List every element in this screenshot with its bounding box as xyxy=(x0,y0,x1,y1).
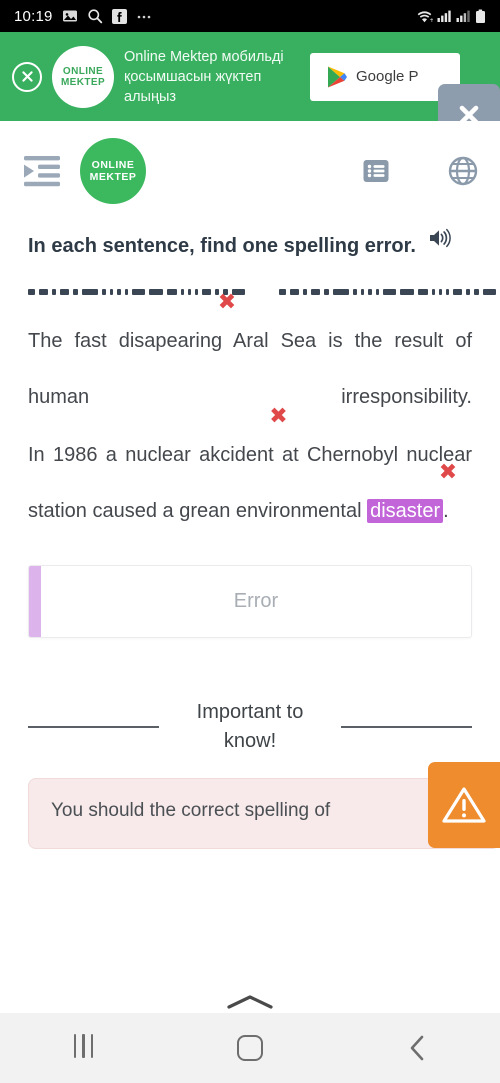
promo-logo-line2: MEKTEP xyxy=(60,76,106,88)
promo-logo-line1: ONLINE xyxy=(62,65,104,77)
promo-app-logo: ONLINE MEKTEP xyxy=(52,45,114,108)
more-icon xyxy=(136,9,154,23)
status-bar-clock: 10:19 xyxy=(14,7,53,25)
speaker-icon[interactable] xyxy=(428,227,452,254)
signal-icon-2 xyxy=(456,9,471,23)
question-title-row: In each sentence, find one spelling erro… xyxy=(28,221,472,262)
google-play-label: Google P xyxy=(356,68,419,85)
error-x-icon: ✖ xyxy=(269,404,288,429)
search-icon xyxy=(87,8,103,24)
phone-screen: 10:19 + ONLINE MEKTEP Online Mektep моби… xyxy=(0,0,500,1083)
sentence-1-before: The fast xyxy=(28,330,119,352)
recents-button[interactable] xyxy=(38,1013,128,1083)
promo-banner: ONLINE MEKTEP Online Mektep мобильді қос… xyxy=(0,32,500,121)
answer-box[interactable] xyxy=(28,565,472,638)
sentence-1: The fast disapearing ✖ Aral Sea is the re… xyxy=(28,292,472,425)
answer-accent-bar xyxy=(29,566,41,637)
signal-icon-1 xyxy=(437,9,452,23)
divider-right xyxy=(341,726,472,728)
page-title: In each sentence, find one spelling erro… xyxy=(28,235,416,257)
important-to-know-header: Important to know! xyxy=(0,698,500,756)
sentence-2-error-word-wrap[interactable]: akcident ✖ xyxy=(199,406,288,483)
status-bar-left: 10:19 xyxy=(14,8,416,25)
notice-section: You should the correct spelling of xyxy=(0,762,500,849)
obscured-text-group xyxy=(28,288,245,295)
back-icon xyxy=(406,1034,428,1062)
warning-triangle-icon xyxy=(441,784,487,826)
question-content: In each sentence, find one spelling erro… xyxy=(0,221,500,539)
overlay-close-button[interactable] xyxy=(438,84,500,121)
warning-badge xyxy=(428,762,500,848)
recents-icon xyxy=(71,1033,97,1063)
facebook-icon xyxy=(111,8,127,24)
expand-handle[interactable] xyxy=(0,991,500,1013)
app-header: ONLINE MEKTEP xyxy=(0,121,500,221)
list-icon[interactable] xyxy=(362,157,390,185)
svg-text:+: + xyxy=(429,17,433,24)
back-button[interactable] xyxy=(372,1013,462,1083)
home-icon xyxy=(236,1035,263,1061)
sentence-1-error-word-wrap[interactable]: disapearing ✖ xyxy=(118,292,236,369)
google-play-icon xyxy=(326,65,348,89)
answer-section xyxy=(0,541,500,638)
obscured-text-group xyxy=(279,288,496,295)
highlighted-word: disaster xyxy=(367,499,444,523)
status-bar: 10:19 + xyxy=(0,0,500,32)
app-logo[interactable]: ONLINE MEKTEP xyxy=(80,138,146,204)
promo-text: Online Mektep мобильді қосымшасын жүктеп… xyxy=(124,48,284,105)
error-x-icon: ✖ xyxy=(217,290,237,315)
wifi-icon: + xyxy=(416,9,433,24)
home-button[interactable] xyxy=(205,1013,295,1083)
indent-menu-icon[interactable] xyxy=(22,154,62,188)
promo-close-button[interactable] xyxy=(12,61,42,92)
sentence-2-error-word: akcident xyxy=(199,444,274,466)
app-logo-line1: ONLINE xyxy=(91,159,135,171)
sentence-2: In 1986 a nuclear akcident ✖ at Chernobyl… xyxy=(28,406,472,539)
android-nav-bar xyxy=(0,1013,500,1083)
important-to-know-label: Important to know! xyxy=(196,701,304,752)
globe-icon[interactable] xyxy=(448,156,478,186)
obscured-text-line xyxy=(28,288,496,295)
sentence-2-trailing: . xyxy=(443,500,449,522)
battery-icon xyxy=(475,9,486,24)
image-icon xyxy=(62,8,78,24)
sentence-2-highlight-wrap[interactable]: disaster ✖ xyxy=(367,462,457,539)
status-bar-right: + xyxy=(416,9,486,24)
app-logo-line2: MEKTEP xyxy=(89,171,137,183)
divider-left xyxy=(28,726,159,728)
sentence-2-before: In 1986 a nuclear xyxy=(28,444,200,466)
error-x-icon: ✖ xyxy=(438,460,458,485)
sentence-1-error-word: disapearing xyxy=(118,330,223,352)
answer-input[interactable] xyxy=(41,566,471,637)
